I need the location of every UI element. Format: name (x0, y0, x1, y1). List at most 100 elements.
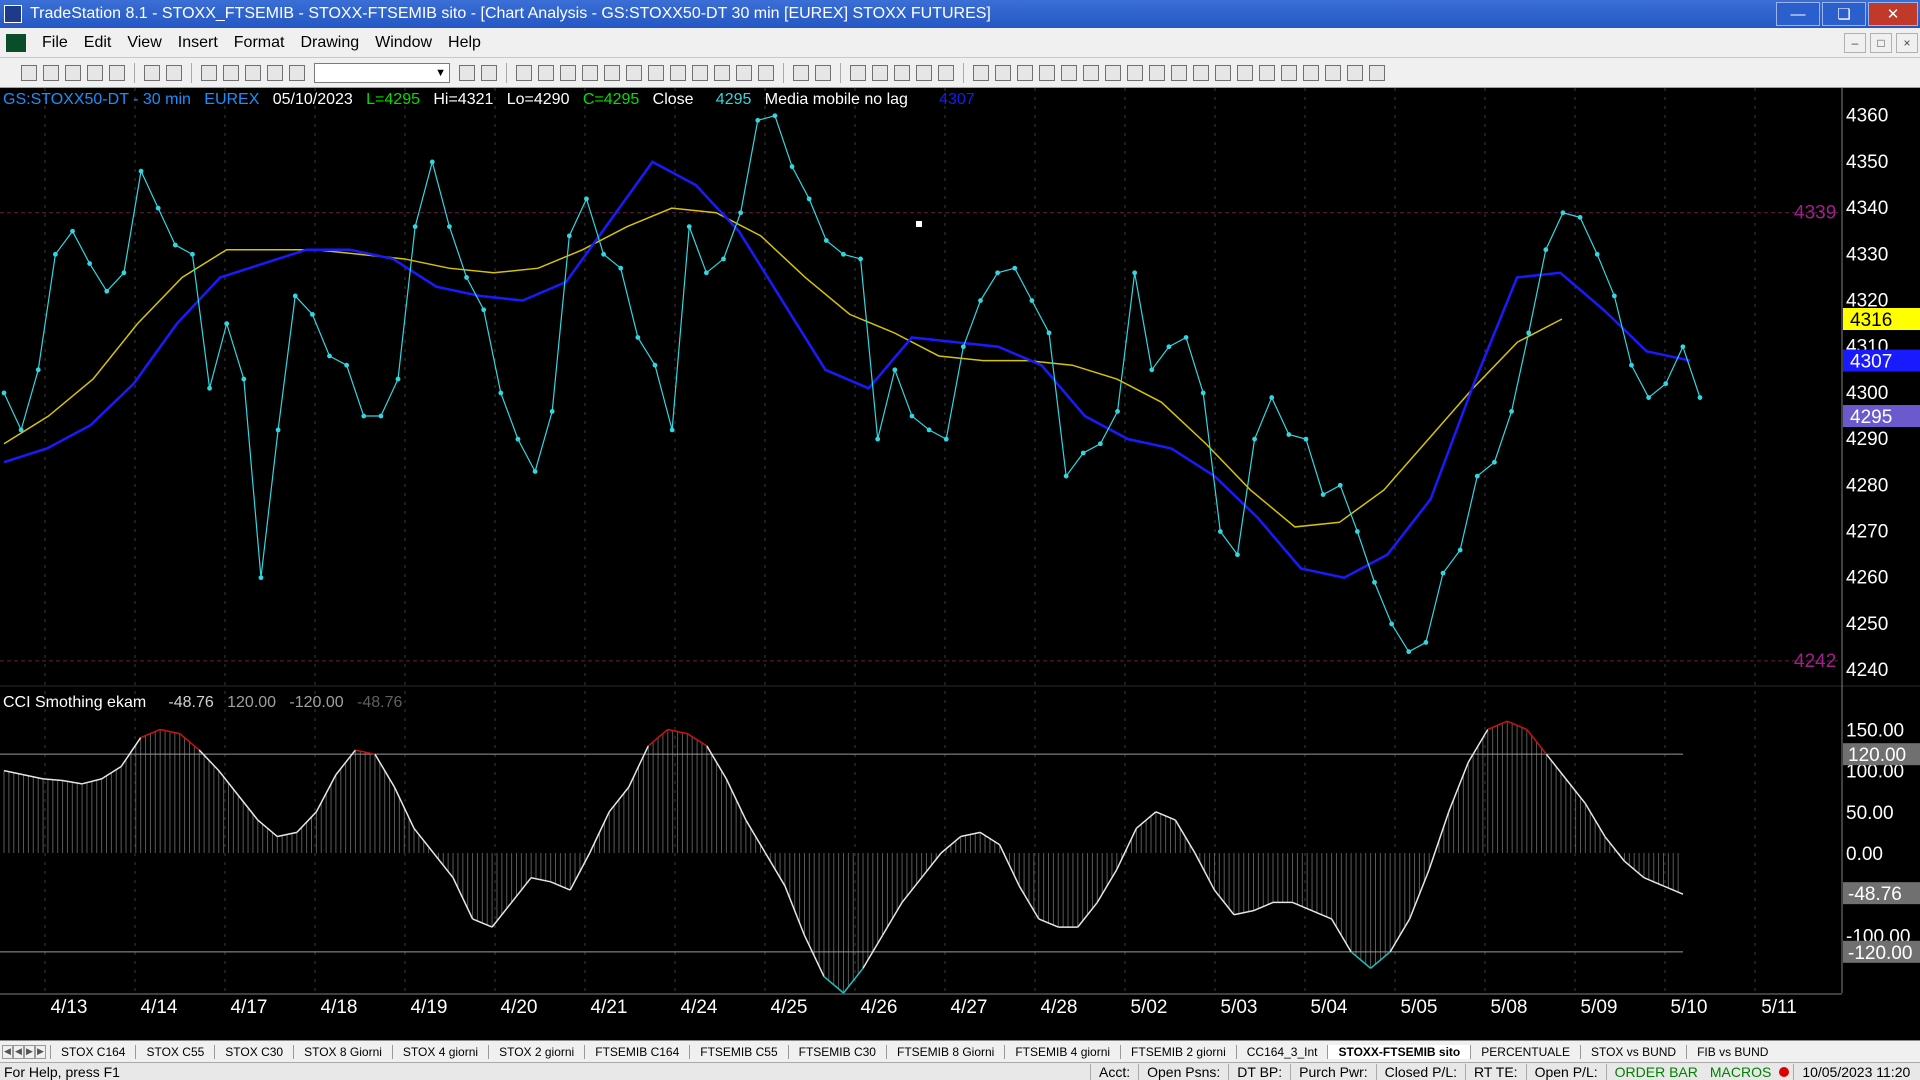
chart-icon[interactable] (267, 64, 283, 81)
symbol-combo[interactable]: ▼ (314, 62, 450, 83)
menu-file[interactable]: File (34, 34, 76, 52)
close-button[interactable]: ✕ (1868, 2, 1918, 26)
menu-window[interactable]: Window (367, 34, 440, 52)
crosshair-icon[interactable] (872, 64, 888, 81)
menu-edit[interactable]: Edit (76, 34, 120, 52)
tab-next-button[interactable]: ▶ (24, 1044, 35, 1059)
tab-prev-button[interactable]: ◀ (13, 1044, 24, 1059)
speed-line-icon[interactable] (1083, 64, 1099, 81)
tab-stox-4-giorni[interactable]: STOX 4 giorni (391, 1044, 488, 1059)
bar-interval-icon[interactable] (670, 64, 686, 81)
chart-area[interactable]: 4360 4350 4340 4330 4320 4310 4300 4290 4280 4270… (0, 88, 1920, 1018)
tab-last-button[interactable]: ▶ (35, 1044, 46, 1059)
candle-icon[interactable] (538, 64, 554, 81)
tab-stox-c164[interactable]: STOX C164 (50, 1044, 135, 1059)
lock-icon[interactable] (245, 64, 261, 81)
tab-stox-c55[interactable]: STOX C55 (135, 1044, 214, 1059)
export-icon[interactable] (916, 64, 932, 81)
macros-button[interactable]: MACROS (1706, 1064, 1775, 1080)
tab-ftsemib-c164[interactable]: FTSEMIB C164 (584, 1044, 689, 1059)
tab-stox-c30[interactable]: STOX C30 (214, 1044, 293, 1059)
menu-help[interactable]: Help (440, 34, 489, 52)
ellipse-icon[interactable] (1325, 64, 1341, 81)
arrow-up-icon[interactable] (1303, 64, 1319, 81)
date-tick-label: 5/09 (1581, 997, 1618, 1018)
tab-ftsemib-c55[interactable]: FTSEMIB C55 (689, 1044, 787, 1059)
window-icon[interactable] (201, 64, 217, 81)
tab-cc164-3-int[interactable]: CC164_3_Int (1235, 1044, 1328, 1059)
minimize-button[interactable]: — (1776, 2, 1820, 26)
mdi-restore-button[interactable]: □ (1870, 32, 1892, 53)
fibonacci-icon[interactable] (1039, 64, 1055, 81)
volume-icon[interactable] (714, 64, 730, 81)
folder-icon[interactable] (109, 64, 125, 81)
print-icon[interactable] (144, 64, 160, 81)
maximize-button[interactable]: ❏ (1822, 2, 1866, 26)
chart-canvas[interactable]: 4360435043404330432043104300429042804270… (0, 88, 1920, 1018)
tab-stoxx-ftsemib-sito[interactable]: STOXX-FTSEMIB sito (1327, 1044, 1471, 1059)
tab-stox-vs-bund[interactable]: STOX vs BUND (1579, 1044, 1686, 1059)
copy-icon[interactable] (87, 64, 103, 81)
tab-stox-2-giorni[interactable]: STOX 2 giorni (488, 1044, 584, 1059)
curve-icon[interactable] (1259, 64, 1275, 81)
horizontal-line-icon[interactable] (1017, 64, 1033, 81)
tools-icon[interactable] (894, 64, 910, 81)
cci-tick-label: 0.00 (1846, 844, 1883, 865)
toolbar-separator (963, 62, 964, 83)
pencil-icon[interactable] (1237, 64, 1253, 81)
arrow-lr-icon[interactable] (1171, 64, 1187, 81)
mdi-close-button[interactable]: × (1896, 32, 1918, 53)
tab-percentuale[interactable]: PERCENTUALE (1470, 1044, 1580, 1059)
mdi-minimize-button[interactable]: – (1844, 32, 1866, 53)
pointer-icon[interactable] (850, 64, 866, 81)
order-bar-button[interactable]: ORDER BAR (1605, 1063, 1706, 1080)
arc-icon[interactable] (1215, 64, 1231, 81)
compress-icon[interactable] (758, 64, 774, 81)
grid-icon[interactable] (223, 64, 239, 81)
menu-drawing[interactable]: Drawing (292, 34, 367, 52)
rectangle-icon[interactable] (1347, 64, 1363, 81)
save-icon[interactable] (65, 64, 81, 81)
text-icon[interactable] (1369, 64, 1385, 81)
new-icon[interactable] (21, 64, 37, 81)
expand-icon[interactable] (736, 64, 752, 81)
tab-ftsemib-c30[interactable]: FTSEMIB C30 (787, 1044, 886, 1059)
andrews-icon[interactable] (1105, 64, 1121, 81)
indicator-icon[interactable] (582, 64, 598, 81)
menu-view[interactable]: View (119, 34, 169, 52)
strategy-icon[interactable] (604, 64, 620, 81)
scan-icon[interactable] (626, 64, 642, 81)
refresh-icon[interactable] (648, 64, 664, 81)
acct-field: Acct: (1090, 1063, 1138, 1080)
bar-chart-icon[interactable] (516, 64, 532, 81)
regression-icon[interactable] (1127, 64, 1143, 81)
menu-format[interactable]: Format (226, 34, 293, 52)
tab-stox-8-giorni[interactable]: STOX 8 Giorni (293, 1044, 392, 1059)
arrow-down-icon[interactable] (1281, 64, 1297, 81)
tab-ftsemib-8-giorni[interactable]: FTSEMIB 8 Giorni (885, 1044, 1004, 1059)
table-icon[interactable] (560, 64, 576, 81)
menu-insert[interactable]: Insert (170, 34, 226, 52)
tab-fib-vs-bund[interactable]: FIB vs BUND (1686, 1044, 1778, 1059)
tab-first-button[interactable]: ◀ (2, 1044, 13, 1059)
gann-icon[interactable] (1061, 64, 1077, 81)
print-preview-icon[interactable] (166, 64, 182, 81)
fan-icon[interactable] (1149, 64, 1165, 81)
open-icon[interactable] (43, 64, 59, 81)
channel-icon[interactable] (995, 64, 1011, 81)
search-icon[interactable] (481, 64, 497, 81)
tab-ftsemib-4-giorni[interactable]: FTSEMIB 4 giorni (1004, 1044, 1120, 1059)
zoom-out-icon[interactable] (815, 64, 831, 81)
camera-icon[interactable] (938, 64, 954, 81)
trendline-icon[interactable] (973, 64, 989, 81)
palette-icon[interactable] (289, 64, 305, 81)
parallel-icon[interactable] (1193, 64, 1209, 81)
play-icon[interactable] (459, 64, 475, 81)
close-price-point (275, 427, 281, 433)
close-price-point (686, 224, 692, 230)
close-word: Close (652, 91, 694, 108)
zoom-in-icon[interactable] (793, 64, 809, 81)
chevron-down-icon[interactable]: ▼ (435, 67, 446, 79)
tab-ftsemib-2-giorni[interactable]: FTSEMIB 2 giorni (1120, 1044, 1236, 1059)
tick-icon[interactable] (692, 64, 708, 81)
